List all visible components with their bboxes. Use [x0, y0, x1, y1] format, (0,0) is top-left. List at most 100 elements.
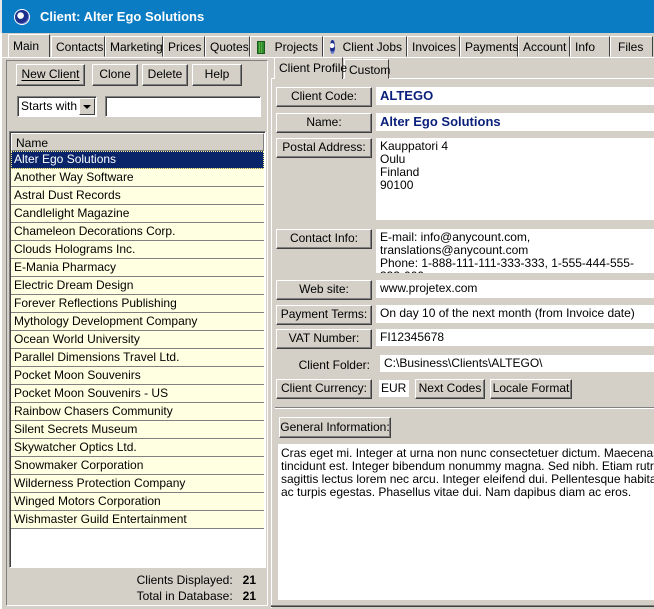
client-list-rows: Alter Ego Solutions Another Way Software A… [10, 151, 265, 529]
client-folder-field[interactable]: C:\Business\Clients\ALTEGO\ [380, 355, 654, 372]
client-list-item[interactable]: Wishmaster Guild Entertainment [11, 511, 264, 529]
tab-contacts[interactable]: Contacts [51, 36, 105, 57]
client-list[interactable]: Name Alter Ego Solutions Another Way Soft… [9, 131, 266, 568]
button-label: Clone [99, 67, 131, 81]
postal-address-field[interactable]: Kauppatori 4 Oulu Finland 90100 [376, 138, 654, 220]
column-header-name[interactable]: Name [11, 133, 264, 151]
tab-prices[interactable]: Prices [163, 36, 205, 57]
subtab-client-profile[interactable]: Client Profile [274, 57, 347, 79]
web-site-field[interactable]: www.projetex.com [376, 280, 654, 298]
window-title: Client: Alter Ego Solutions [40, 9, 205, 24]
chevron-down-icon[interactable] [79, 98, 95, 115]
delete-button[interactable]: Delete [142, 64, 188, 86]
postal-address-button[interactable]: Postal Address: [276, 138, 372, 158]
tab-label: Client Jobs [342, 40, 402, 54]
contact-info-field[interactable]: E-mail: info@anycount.com, translations@… [376, 229, 654, 273]
tab-label: Files [618, 40, 644, 54]
button-label: Contact Info: [289, 231, 359, 245]
tab-label: Contacts [56, 40, 104, 54]
subtab-label: Client Profile [279, 61, 348, 75]
client-list-item[interactable]: Silent Secrets Museum [11, 421, 264, 439]
filter-mode-value: Starts with [21, 99, 78, 113]
app-globe-icon [14, 8, 30, 25]
title-bar: Client: Alter Ego Solutions [0, 0, 654, 33]
total-in-database-label: Total in Database: [136, 589, 233, 603]
general-information-text: Cras eget mi. Integer at urna non nunc c… [281, 446, 654, 499]
tab-label: Projects [274, 40, 318, 54]
clients-displayed-label: Clients Displayed: [136, 573, 233, 587]
client-list-item[interactable]: Forever Reflections Publishing [11, 295, 264, 313]
client-list-item[interactable]: Snowmaker Corporation [11, 457, 264, 475]
general-information-button[interactable]: General Information: [279, 417, 391, 438]
tab-client-jobs[interactable]: Client Jobs [323, 36, 407, 57]
client-list-item[interactable]: Mythology Development Company [11, 313, 264, 331]
tab-label: Info [575, 40, 596, 54]
payment-terms-button[interactable]: Payment Terms: [276, 305, 372, 325]
panel-bottom-edge [271, 605, 654, 607]
client-code-field[interactable]: ALTEGO [376, 87, 654, 105]
client-list-item[interactable]: Parallel Dimensions Travel Ltd. [11, 349, 264, 367]
client-search-input[interactable] [105, 96, 261, 117]
button-label: Client Code: [290, 89, 358, 103]
client-list-item[interactable]: Alter Ego Solutions [11, 151, 264, 169]
button-label: Help [204, 67, 230, 81]
button-label: Locale Format [492, 381, 570, 395]
client-list-item[interactable]: Rainbow Chasers Community [11, 403, 264, 421]
subtab-custom[interactable]: Custom [344, 59, 391, 79]
client-folder-label: Client Folder: [298, 358, 370, 372]
vat-number-field[interactable]: FI12345678 [376, 329, 654, 346]
payment-terms-field[interactable]: On day 10 of the next month (from Invoic… [376, 305, 654, 323]
client-list-item[interactable]: Skywatcher Optics Ltd. [11, 439, 264, 457]
client-list-item[interactable]: Pocket Moon Souvenirs - US [11, 385, 264, 403]
section-divider [275, 407, 654, 409]
tab-invoices[interactable]: Invoices [407, 36, 460, 57]
contact-info-button[interactable]: Contact Info: [276, 229, 372, 249]
tab-label: Marketing [110, 40, 163, 54]
clients-displayed-value: 21 [242, 573, 256, 587]
tab-label: Prices [168, 40, 202, 54]
client-list-item[interactable]: Candlelight Magazine [11, 205, 264, 223]
button-label: Postal Address: [282, 140, 366, 154]
button-label: New Client [21, 67, 80, 81]
client-jobs-globe-icon [330, 40, 335, 54]
vat-number-button[interactable]: VAT Number: [276, 329, 372, 349]
button-label: General Information: [280, 420, 390, 434]
tab-projects[interactable]: Projects [250, 36, 323, 57]
client-list-item[interactable]: Chameleon Decorations Corp. [11, 223, 264, 241]
next-codes-button[interactable]: Next Codes [415, 379, 485, 399]
client-code-button[interactable]: Client Code: [276, 87, 372, 107]
client-list-item[interactable]: E-Mania Pharmacy [11, 259, 264, 277]
total-in-database-status: Total in Database: 21 [100, 589, 256, 603]
clone-button[interactable]: Clone [92, 64, 138, 86]
name-button[interactable]: Name: [276, 113, 372, 133]
client-list-item[interactable]: Electric Dream Design [11, 277, 264, 295]
client-list-item[interactable]: Ocean World University [11, 331, 264, 349]
tab-files[interactable]: Files [610, 36, 653, 57]
button-label: Payment Terms: [280, 307, 368, 321]
client-list-item[interactable]: Another Way Software [11, 169, 264, 187]
new-client-button[interactable]: New Client [16, 64, 85, 86]
web-site-button[interactable]: Web site: [276, 280, 372, 300]
button-label: Client Currency: [280, 381, 368, 395]
client-list-item[interactable]: Wilderness Protection Company [11, 475, 264, 493]
client-currency-button[interactable]: Client Currency: [276, 379, 372, 399]
subtab-label: Custom [349, 63, 391, 77]
client-list-item[interactable]: Astral Dust Records [11, 187, 264, 205]
help-button[interactable]: Help [192, 64, 242, 86]
tab-marketing[interactable]: Marketing [105, 36, 163, 57]
tab-payments[interactable]: Payments [460, 36, 518, 57]
name-field[interactable]: Alter Ego Solutions [376, 113, 654, 131]
client-list-item[interactable]: Clouds Holograms Inc. [11, 241, 264, 259]
client-list-item[interactable]: Pocket Moon Souvenirs [11, 367, 264, 385]
client-list-item[interactable]: Winged Motors Corporation [11, 493, 264, 511]
client-currency-field[interactable]: EUR [379, 380, 409, 397]
tab-main[interactable]: Main [8, 34, 50, 57]
filter-mode-select[interactable]: Starts with [17, 96, 97, 117]
button-label: Name: [306, 115, 342, 129]
locale-format-button[interactable]: Locale Format [490, 379, 572, 399]
tab-info[interactable]: Info [570, 36, 610, 57]
tab-label: Payments [465, 40, 519, 54]
general-information-textarea[interactable]: Cras eget mi. Integer at urna non nunc c… [278, 444, 654, 600]
tab-account[interactable]: Account [518, 36, 570, 57]
tab-quotes[interactable]: Quotes [205, 36, 250, 57]
